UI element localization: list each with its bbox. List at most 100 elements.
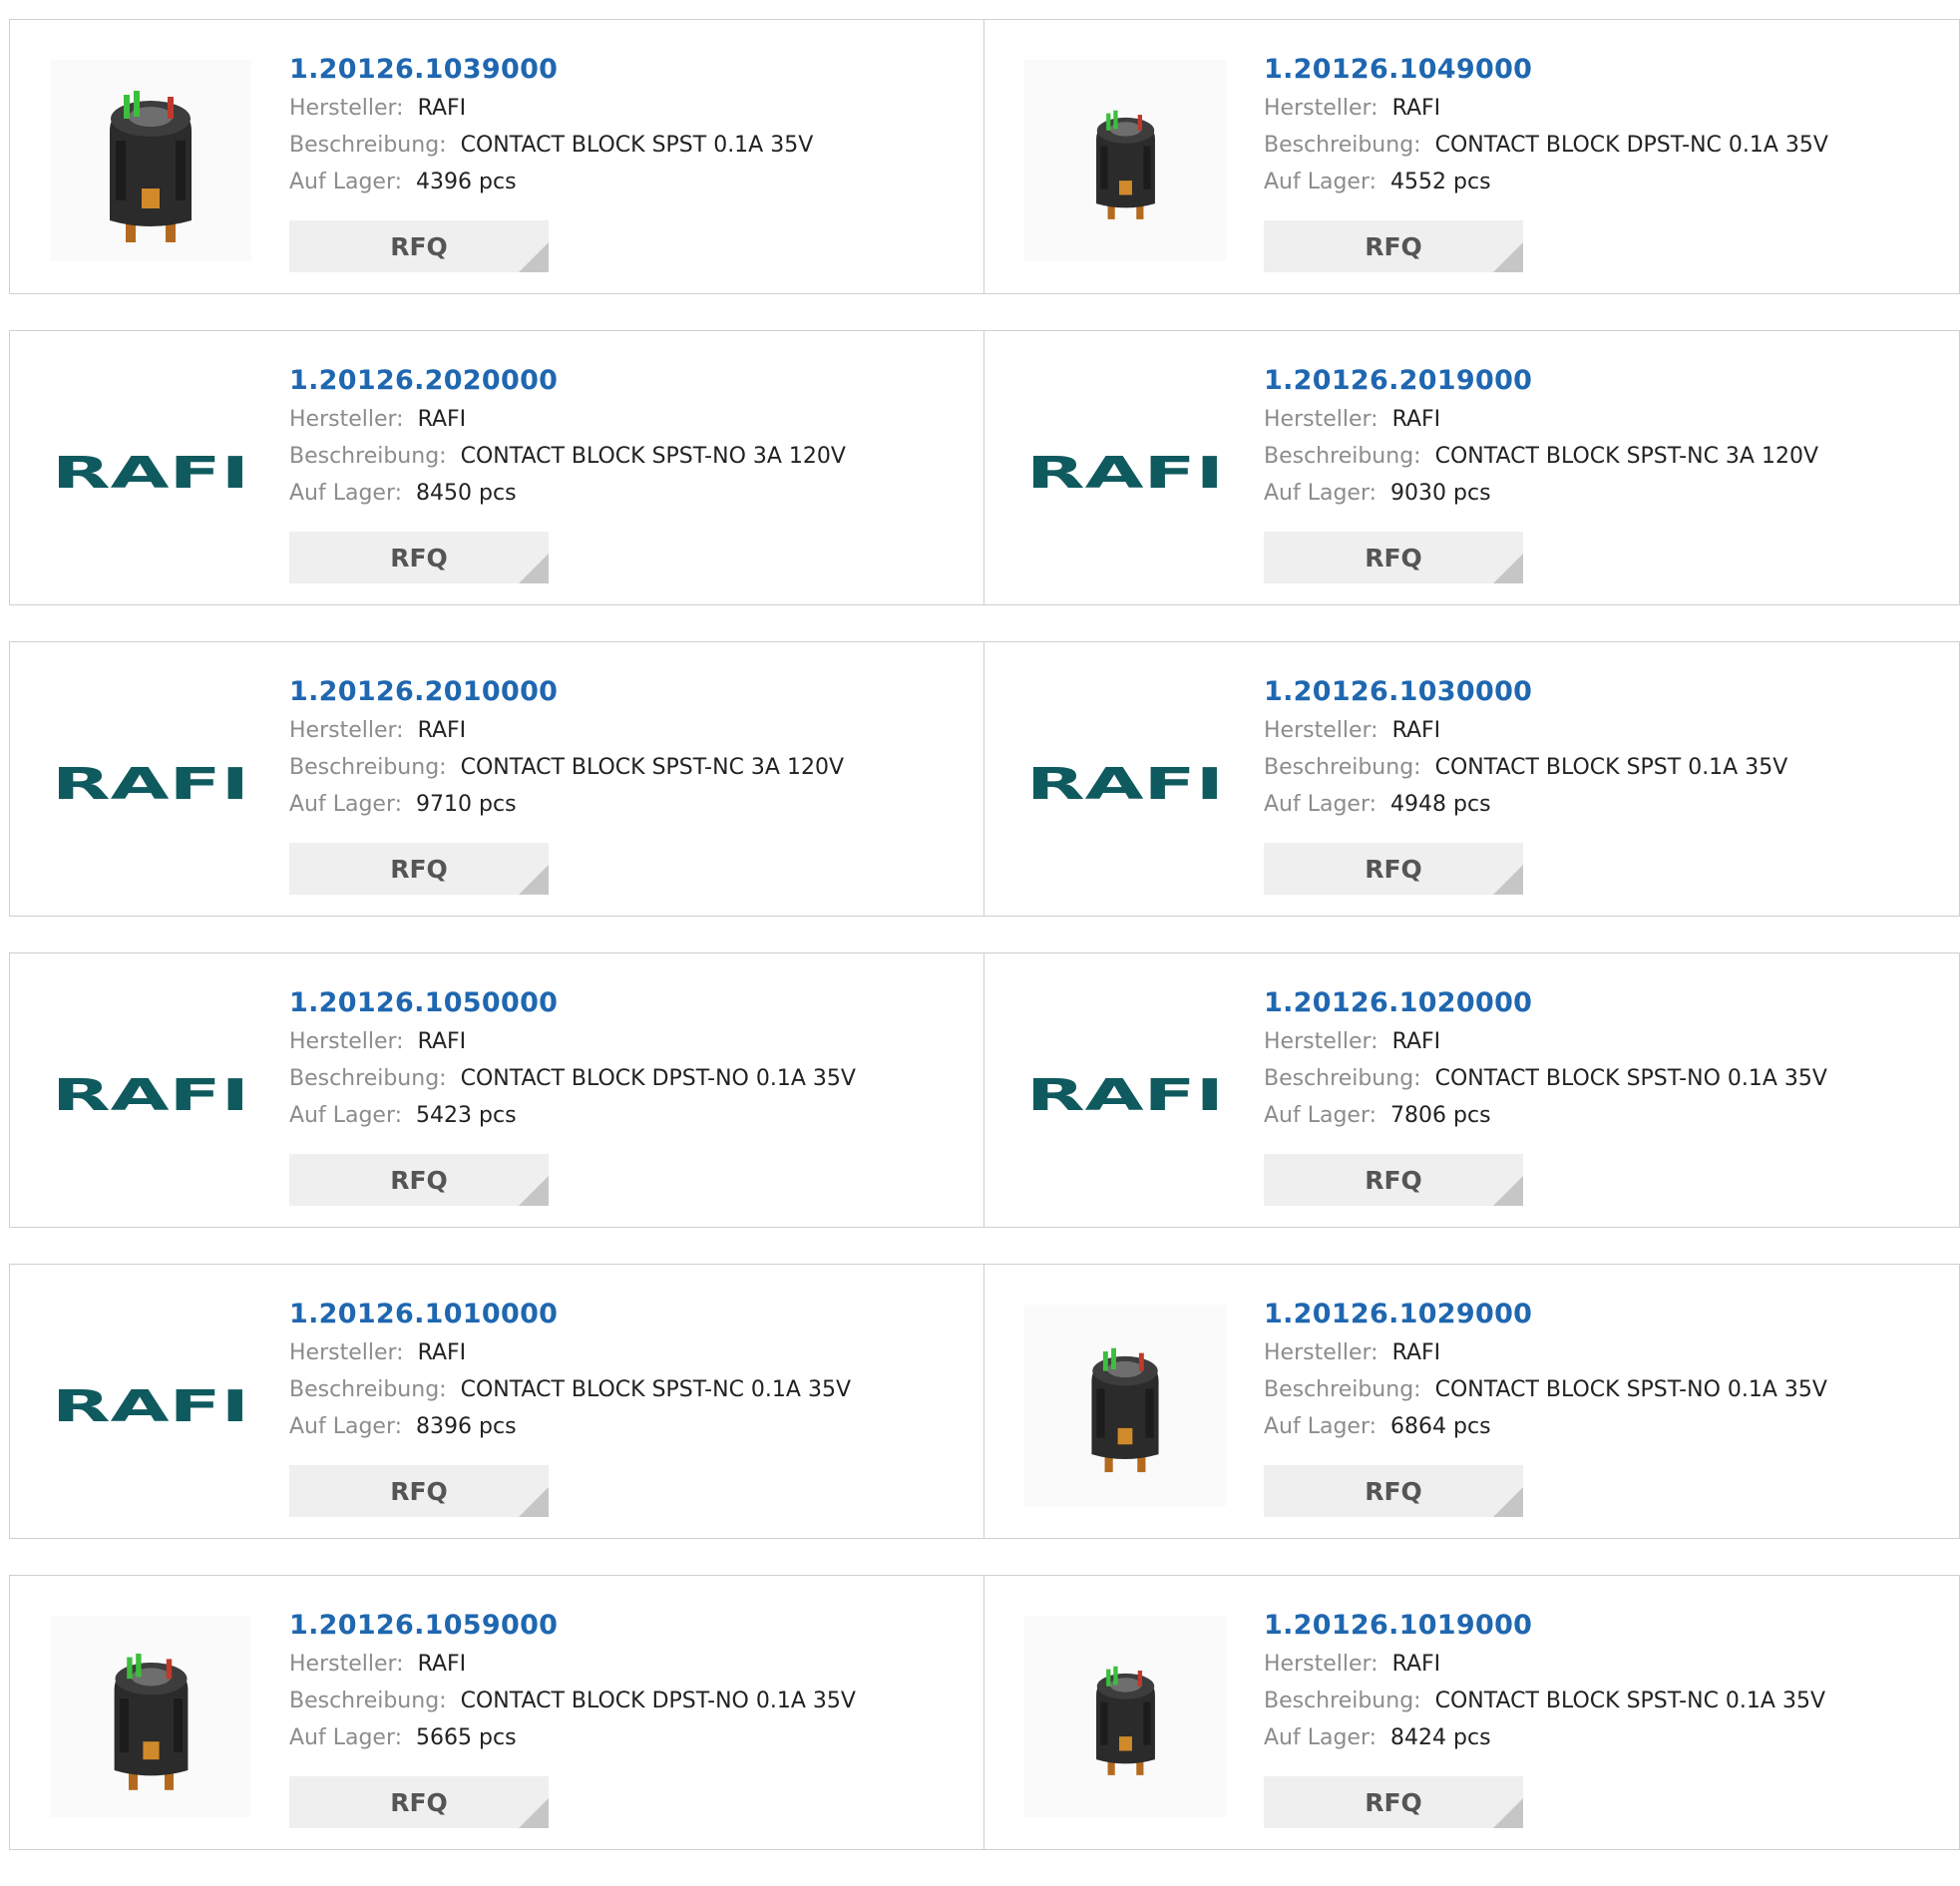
part-number-link[interactable]: 1.20126.1030000 (1264, 672, 1787, 712)
product-card: RAFI 1.20126.2019000 Hersteller: RAFI Bes… (984, 330, 1960, 605)
manufacturer-label: Hersteller: (289, 1652, 404, 1677)
rfq-button[interactable]: RFQ (1264, 220, 1523, 272)
product-image[interactable] (1024, 1305, 1226, 1506)
part-number-link[interactable]: 1.20126.1019000 (1264, 1606, 1825, 1646)
manufacturer-row: Hersteller: RAFI (289, 712, 844, 749)
stock-row: Auf Lager: 8450 pcs (289, 475, 846, 512)
stock-value: 6864 pcs (1390, 1414, 1491, 1439)
product-image[interactable]: RAFI (50, 371, 251, 572)
description-value: CONTACT BLOCK SPST 0.1A 35V (460, 133, 814, 158)
stock-row: Auf Lager: 9710 pcs (289, 786, 844, 823)
stock-label: Auf Lager: (1264, 170, 1377, 194)
description-row: Beschreibung: CONTACT BLOCK DPST-NC 0.1A … (1264, 127, 1828, 164)
part-number-link[interactable]: 1.20126.1050000 (289, 983, 856, 1023)
manufacturer-label: Hersteller: (1264, 718, 1378, 743)
stock-label: Auf Lager: (289, 1103, 403, 1128)
manufacturer-value: RAFI (417, 407, 467, 432)
manufacturer-value: RAFI (1391, 407, 1441, 432)
contact-block-photo (1091, 1347, 1159, 1473)
stock-row: Auf Lager: 4948 pcs (1264, 786, 1787, 823)
manufacturer-row: Hersteller: RAFI (289, 90, 813, 127)
corner-triangle-icon (1493, 1798, 1523, 1828)
description-label: Beschreibung: (1264, 1066, 1421, 1091)
rfq-button[interactable]: RFQ (1264, 532, 1523, 583)
part-number-link[interactable]: 1.20126.1020000 (1264, 983, 1827, 1023)
rafi-logo: RAFI (1026, 763, 1224, 803)
description-label: Beschreibung: (289, 1066, 447, 1091)
manufacturer-label: Hersteller: (1264, 1652, 1378, 1677)
rfq-button[interactable]: RFQ (289, 1154, 549, 1206)
rfq-button[interactable]: RFQ (289, 1465, 549, 1517)
product-card: RAFI 1.20126.2020000 Hersteller: RAFI Bes… (9, 330, 984, 605)
product-row: RAFI 1.20126.2020000 Hersteller: RAFI Bes… (9, 330, 1960, 605)
rfq-button[interactable]: RFQ (1264, 1154, 1523, 1206)
manufacturer-row: Hersteller: RAFI (1264, 712, 1787, 749)
description-row: Beschreibung: CONTACT BLOCK SPST 0.1A 35V (289, 127, 813, 164)
product-info: 1.20126.1019000 Hersteller: RAFI Beschrei… (1264, 1606, 1825, 1756)
part-number-link[interactable]: 1.20126.1010000 (289, 1295, 851, 1334)
contact-block-photo (114, 1654, 188, 1790)
manufacturer-row: Hersteller: RAFI (1264, 1023, 1827, 1060)
stock-value: 4552 pcs (1390, 170, 1491, 194)
rfq-button[interactable]: RFQ (289, 220, 549, 272)
stock-row: Auf Lager: 5423 pcs (289, 1097, 856, 1134)
part-number-link[interactable]: 1.20126.1039000 (289, 50, 813, 90)
product-image[interactable] (50, 1616, 251, 1817)
description-row: Beschreibung: CONTACT BLOCK SPST 0.1A 35V (1264, 749, 1787, 786)
part-number-link[interactable]: 1.20126.1029000 (1264, 1295, 1827, 1334)
part-number-link[interactable]: 1.20126.2010000 (289, 672, 844, 712)
rfq-button[interactable]: RFQ (289, 843, 549, 895)
rfq-button[interactable]: RFQ (1264, 1465, 1523, 1517)
description-label: Beschreibung: (1264, 755, 1421, 780)
rfq-label: RFQ (390, 854, 448, 884)
description-label: Beschreibung: (289, 755, 447, 780)
product-card: 1.20126.1029000 Hersteller: RAFI Beschrei… (984, 1264, 1960, 1539)
manufacturer-value: RAFI (1391, 1652, 1441, 1677)
part-number-link[interactable]: 1.20126.1059000 (289, 1606, 856, 1646)
rafi-logo-text: RAFI (1026, 763, 1224, 803)
manufacturer-value: RAFI (417, 1029, 467, 1054)
product-image[interactable]: RAFI (50, 1305, 251, 1506)
rfq-button[interactable]: RFQ (1264, 843, 1523, 895)
stock-value: 5423 pcs (416, 1103, 517, 1128)
rafi-logo-text: RAFI (52, 1385, 249, 1425)
rafi-logo-text: RAFI (52, 1074, 249, 1114)
manufacturer-row: Hersteller: RAFI (289, 401, 846, 438)
part-number-link[interactable]: 1.20126.2020000 (289, 361, 846, 401)
manufacturer-value: RAFI (417, 718, 467, 743)
rfq-button[interactable]: RFQ (289, 532, 549, 583)
product-image[interactable] (50, 60, 251, 261)
product-image[interactable]: RAFI (1024, 993, 1226, 1195)
product-image[interactable] (1024, 60, 1226, 261)
product-info: 1.20126.2019000 Hersteller: RAFI Beschrei… (1264, 361, 1818, 512)
rfq-label: RFQ (1365, 1787, 1422, 1817)
product-image[interactable]: RAFI (1024, 682, 1226, 884)
rfq-label: RFQ (390, 1787, 448, 1817)
product-image[interactable] (1024, 1616, 1226, 1817)
rfq-button[interactable]: RFQ (1264, 1776, 1523, 1828)
manufacturer-value: RAFI (1391, 96, 1441, 121)
product-row: 1.20126.1059000 Hersteller: RAFI Beschrei… (9, 1575, 1960, 1850)
product-info: 1.20126.1049000 Hersteller: RAFI Beschrei… (1264, 50, 1828, 200)
corner-triangle-icon (1493, 865, 1523, 895)
product-image[interactable]: RAFI (50, 682, 251, 884)
manufacturer-label: Hersteller: (289, 407, 404, 432)
product-image[interactable]: RAFI (1024, 371, 1226, 572)
stock-label: Auf Lager: (1264, 792, 1377, 817)
rfq-label: RFQ (390, 1476, 448, 1506)
description-value: CONTACT BLOCK SPST-NC 0.1A 35V (460, 1377, 852, 1402)
product-row: RAFI 1.20126.1050000 Hersteller: RAFI Bes… (9, 952, 1960, 1228)
part-number-link[interactable]: 1.20126.2019000 (1264, 361, 1818, 401)
stock-label: Auf Lager: (289, 1725, 403, 1750)
rfq-button[interactable]: RFQ (289, 1776, 549, 1828)
stock-value: 4948 pcs (1390, 792, 1491, 817)
part-number-link[interactable]: 1.20126.1049000 (1264, 50, 1828, 90)
manufacturer-row: Hersteller: RAFI (289, 1646, 856, 1683)
corner-triangle-icon (1493, 1487, 1523, 1517)
product-image[interactable]: RAFI (50, 993, 251, 1195)
rafi-logo: RAFI (1026, 1074, 1224, 1114)
stock-row: Auf Lager: 4552 pcs (1264, 164, 1828, 200)
rafi-logo-text: RAFI (52, 763, 249, 803)
description-label: Beschreibung: (1264, 1377, 1421, 1402)
stock-label: Auf Lager: (1264, 1103, 1377, 1128)
